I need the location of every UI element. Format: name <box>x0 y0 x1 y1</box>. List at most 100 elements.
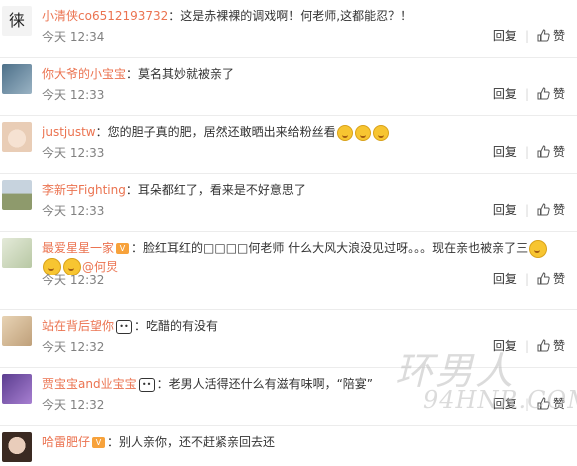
like-button[interactable]: 赞 <box>537 397 565 411</box>
comment-username[interactable]: 站在背后望你 <box>42 319 114 333</box>
comment-actions: 回复 | 赞 <box>493 397 565 411</box>
avatar[interactable] <box>2 122 32 152</box>
like-label: 赞 <box>552 203 565 217</box>
like-button[interactable]: 赞 <box>537 145 565 159</box>
comment-time: 今天 12:33 <box>42 146 105 160</box>
divider: | <box>524 272 529 286</box>
comment-text: 李新宇Fighting：耳朵都红了，看来是不好意思了 <box>42 181 562 199</box>
comment-item: 李新宇Fighting：耳朵都红了，看来是不好意思了 今天 12:33 回复 | 赞 <box>0 174 577 232</box>
reply-button[interactable]: 回复 <box>493 339 517 353</box>
comment-text: 贾宝宝and业宝宝 •• ：老男人活得还什么有滋有味啊，“陪宴” <box>42 375 562 393</box>
avatar[interactable] <box>2 374 32 404</box>
comment-item: 哈雷肥仔 V ：别人亲你，还不赶紧亲回去还 <box>0 426 577 466</box>
divider: | <box>524 29 529 43</box>
comment-username[interactable]: 贾宝宝and业宝宝 <box>42 377 137 391</box>
like-label: 赞 <box>552 397 565 411</box>
like-label: 赞 <box>552 145 565 159</box>
comment-body: ：这是赤裸裸的调戏啊！何老师,这都能忍？！ <box>168 9 413 23</box>
divider: | <box>524 397 529 411</box>
comment-text: 小清侠co6512193732：这是赤裸裸的调戏啊！何老师,这都能忍？！ <box>42 7 562 25</box>
comment-actions: 回复 | 赞 <box>493 203 565 217</box>
comment-body: ：别人亲你，还不赶紧亲回去还 <box>107 435 276 449</box>
comment-time: 今天 12:34 <box>42 30 105 44</box>
like-button[interactable]: 赞 <box>537 339 565 353</box>
comment-item: 徕 小清侠co6512193732：这是赤裸裸的调戏啊！何老师,这都能忍？！ 今… <box>0 0 577 58</box>
comment-time: 今天 12:32 <box>42 340 105 354</box>
thumbs-up-icon <box>537 339 550 352</box>
thumbs-up-icon <box>537 145 550 158</box>
avatar[interactable] <box>2 64 32 94</box>
divider: | <box>524 145 529 159</box>
avatar[interactable] <box>2 238 32 268</box>
comment-username[interactable]: 最爱星星一家 <box>42 241 114 255</box>
like-button[interactable]: 赞 <box>537 87 565 101</box>
comment-text: 最爱星星一家 V ：脸红耳红的□□□□何老师 什么大风大浪没见过呀。。。现在亲也被亲… <box>42 239 562 275</box>
comment-username[interactable]: 小清侠co6512193732 <box>42 9 168 23</box>
comment-actions: 回复 | 赞 <box>493 87 565 101</box>
divider: | <box>524 203 529 217</box>
comment-item: 最爱星星一家 V ：脸红耳红的□□□□何老师 什么大风大浪没见过呀。。。现在亲也被亲… <box>0 232 577 310</box>
like-button[interactable]: 赞 <box>537 29 565 43</box>
comment-time: 今天 12:32 <box>42 398 105 412</box>
comment-username[interactable]: 哈雷肥仔 <box>42 435 90 449</box>
like-label: 赞 <box>552 339 565 353</box>
like-label: 赞 <box>552 87 565 101</box>
panda-badge-icon: •• <box>116 319 133 334</box>
comment-time: 今天 12:32 <box>42 273 105 287</box>
comment-text: 站在背后望你 •• ：吃醋的有没有 <box>42 317 562 335</box>
reply-button[interactable]: 回复 <box>493 272 517 286</box>
comment-text: 哈雷肥仔 V ：别人亲你，还不赶紧亲回去还 <box>42 433 562 451</box>
avatar[interactable] <box>2 316 32 346</box>
comment-actions: 回复 | 赞 <box>493 339 565 353</box>
comment-item: 你大爷的小宝宝：莫名其妙就被亲了 今天 12:33 回复 | 赞 <box>0 58 577 116</box>
avatar[interactable]: 徕 <box>2 6 32 36</box>
comment-actions: 回复 | 赞 <box>493 29 565 43</box>
vip-badge-icon: V <box>92 437 106 448</box>
thumbs-up-icon <box>537 203 550 216</box>
reply-button[interactable]: 回复 <box>493 397 517 411</box>
like-button[interactable]: 赞 <box>537 272 565 286</box>
comment-username[interactable]: 李新宇Fighting <box>42 183 126 197</box>
avatar[interactable] <box>2 432 32 462</box>
divider: | <box>524 339 529 353</box>
thumbs-up-icon <box>537 397 550 410</box>
comment-list: 徕 小清侠co6512193732：这是赤裸裸的调戏啊！何老师,这都能忍？！ 今… <box>0 0 577 466</box>
divider: | <box>524 87 529 101</box>
comment-item: justjustw：您的胆子真的肥，居然还敢晒出来给粉丝看 今天 12:33 回… <box>0 116 577 174</box>
laugh-emoji-icon <box>372 124 389 141</box>
comment-body: ：耳朵都红了，看来是不好意思了 <box>125 183 306 197</box>
comment-body: ：莫名其妙就被亲了 <box>126 67 235 81</box>
reply-button[interactable]: 回复 <box>493 29 517 43</box>
avatar-text: 徕 <box>8 11 25 30</box>
comment-item: 站在背后望你 •• ：吃醋的有没有 今天 12:32 回复 | 赞 <box>0 310 577 368</box>
mention-link[interactable]: @何炅 <box>82 260 118 274</box>
reply-button[interactable]: 回复 <box>493 87 517 101</box>
comment-username[interactable]: 你大爷的小宝宝 <box>42 67 126 81</box>
comment-time: 今天 12:33 <box>42 88 105 102</box>
laugh-emoji-icon <box>354 124 371 141</box>
comment-username[interactable]: justjustw <box>42 125 96 139</box>
comment-text: justjustw：您的胆子真的肥，居然还敢晒出来给粉丝看 <box>42 123 562 141</box>
like-label: 赞 <box>552 272 565 286</box>
thumbs-up-icon <box>537 29 550 42</box>
comment-item: 贾宝宝and业宝宝 •• ：老男人活得还什么有滋有味啊，“陪宴” 今天 12:32 … <box>0 368 577 426</box>
reply-button[interactable]: 回复 <box>493 203 517 217</box>
comment-text: 你大爷的小宝宝：莫名其妙就被亲了 <box>42 65 562 83</box>
comment-actions: 回复 | 赞 <box>493 272 565 286</box>
comment-time: 今天 12:33 <box>42 204 105 218</box>
comment-body: ：吃醋的有没有 <box>134 319 219 333</box>
comment-body: ：脸红耳红的□□□□何老师 什么大风大浪没见过呀。。。现在亲也被亲了三 <box>131 241 529 255</box>
thumbs-up-icon <box>537 87 550 100</box>
like-label: 赞 <box>552 29 565 43</box>
panda-badge-icon: •• <box>138 377 155 392</box>
reply-button[interactable]: 回复 <box>493 145 517 159</box>
laugh-emoji-icon <box>529 239 548 258</box>
like-button[interactable]: 赞 <box>537 203 565 217</box>
comment-body: ：您的胆子真的肥，居然还敢晒出来给粉丝看 <box>95 125 336 139</box>
laugh-emoji-icon <box>336 124 353 141</box>
vip-badge-icon: V <box>116 243 130 254</box>
avatar[interactable] <box>2 180 32 210</box>
comment-body: ：老男人活得还什么有滋有味啊，“陪宴” <box>156 377 374 391</box>
thumbs-up-icon <box>537 272 550 285</box>
comment-actions: 回复 | 赞 <box>493 145 565 159</box>
